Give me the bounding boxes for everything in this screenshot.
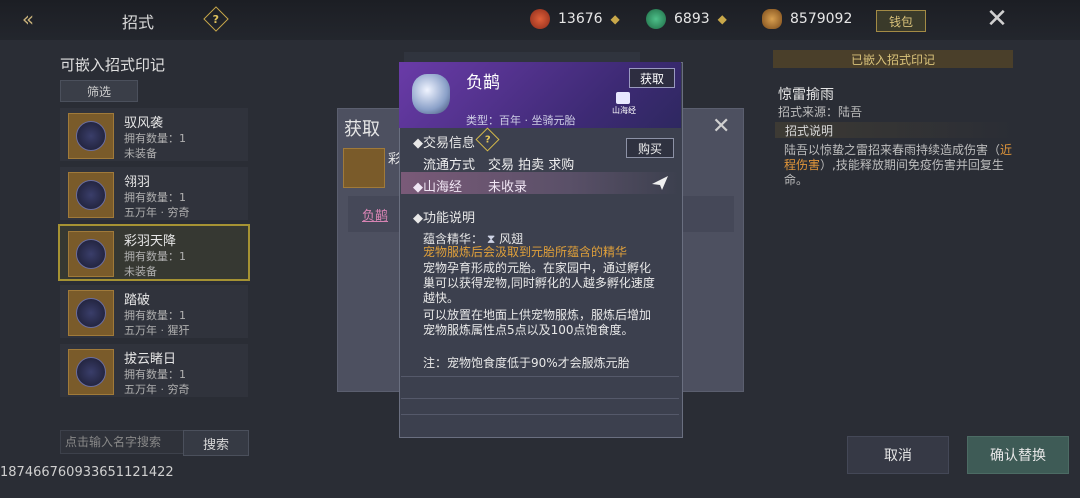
trade-info-heading: ◆交易信息 (413, 136, 476, 151)
essence-value: 风翅 (499, 232, 524, 246)
desc-paragraph-1: 宠物孕育形成的元胎。在家园中，通过孵化巢可以获得宠物,同时孵化的人越多孵化速度越… (423, 261, 655, 305)
mark-thumbnail (68, 113, 114, 159)
item-count: 拥有数量：1 (124, 132, 186, 145)
wallet-button[interactable]: 钱包 (876, 10, 926, 32)
mark-thumbnail (68, 349, 114, 395)
function-heading: ◆功能说明 (413, 211, 476, 226)
trade-info-title: 交易信息 (423, 136, 476, 151)
search-button[interactable]: 搜索 (183, 430, 249, 456)
currency-red: 13676 ◆ (530, 9, 620, 29)
desc-paragraph-2: 可以放置在地面上供宠物服炼，服炼后增加宠物服炼属性点5点以及100点饱食度。 (423, 308, 652, 337)
send-icon[interactable] (652, 176, 668, 190)
divider (401, 414, 679, 415)
desc-note: 注：宠物饱食度低于90%才会服炼元胎 (423, 356, 630, 370)
item-status: 五万年 · 穷奇 (124, 383, 190, 396)
list-item[interactable]: 驭风袭 拥有数量：1 未装备 (60, 108, 248, 161)
currency-gold: 8579092 (762, 9, 852, 29)
back-button[interactable]: « (10, 4, 46, 34)
skill-description: 陆吾以惊蛰之雷招来春雨持续造成伤害（近程伤害）,技能释放期间免疫伤害并回复生命。 (784, 143, 1013, 187)
jade-icon (646, 9, 666, 29)
tooltip-obtain-button[interactable]: 获取 (629, 68, 675, 88)
close-icon: ✕ (986, 4, 1008, 34)
item-count: 拥有数量：1 (124, 191, 186, 204)
embeddable-marks-title: 可嵌入招式印记 (60, 56, 166, 74)
player-id: 187466760933651121422 (0, 465, 174, 480)
mark-thumbnail (68, 172, 114, 218)
obtain-item-thumbnail (343, 148, 385, 188)
list-item[interactable]: 拔云睹日 拥有数量：1 五万年 · 穷奇 (60, 344, 248, 397)
close-icon: ✕ (712, 114, 731, 139)
desc-highlight: 宠物服炼后会汲取到元胎所蕴含的精华 (423, 245, 628, 259)
mark-list: 驭风袭 拥有数量：1 未装备 翎羽 拥有数量：1 五万年 · 穷奇 彩羽天降 拥… (58, 108, 250, 403)
add-icon[interactable]: ◆ (611, 12, 620, 26)
skill-source: 招式来源：陆吾 (778, 105, 863, 119)
skill-name: 惊雷揄雨 (778, 87, 834, 103)
filter-button[interactable]: 筛选 (60, 80, 138, 102)
divider (401, 398, 679, 399)
item-name: 拔云睹日 (124, 352, 177, 367)
mark-thumbnail (68, 231, 114, 277)
hourglass-icon: ⧗ (486, 232, 496, 246)
source-status: 未收录 (488, 180, 528, 195)
tooltip-item-type: 类型：百年 · 坐骑元胎 (466, 114, 576, 127)
item-status: 五万年 · 猩犴 (124, 324, 190, 337)
confirm-replace-button[interactable]: 确认替换 (967, 436, 1069, 474)
double-chevron-left-icon: « (21, 7, 35, 31)
search-input[interactable]: 点击输入名字搜索 (60, 430, 184, 454)
source-name: ◆山海经 (413, 180, 463, 195)
divider (401, 376, 679, 377)
close-button[interactable]: ✕ (980, 2, 1014, 36)
cancel-button[interactable]: 取消 (847, 436, 949, 474)
currency-gold-value: 8579092 (790, 11, 853, 27)
page-title: 招式 (122, 13, 155, 32)
book-icon (616, 92, 630, 104)
obtain-panel-title: 获取 (344, 119, 380, 140)
red-coin-icon (530, 9, 550, 29)
currency-jade: 6893 ◆ (646, 9, 727, 29)
currency-red-value: 13676 (558, 11, 603, 27)
list-item-selected[interactable]: 彩羽天降 拥有数量：1 未装备 (58, 224, 250, 281)
currency-jade-value: 6893 (674, 11, 710, 27)
obtain-close-button[interactable]: ✕ (712, 114, 730, 139)
item-name: 彩羽天降 (124, 234, 177, 249)
add-icon[interactable]: ◆ (718, 12, 727, 26)
embedded-marks-header: 已嵌入招式印记 (773, 50, 1013, 68)
obtain-link[interactable]: 负鹋 (362, 205, 388, 224)
mark-thumbnail (68, 290, 114, 336)
item-name: 踏破 (124, 293, 151, 308)
trade-methods: 流通方式 交易 拍卖 求购 (423, 158, 575, 173)
item-count: 拥有数量：1 (124, 368, 186, 381)
item-name: 驭风袭 (124, 116, 164, 131)
function-title: 功能说明 (423, 211, 476, 226)
item-status: 未装备 (124, 147, 157, 160)
gold-leaf-icon (762, 9, 782, 29)
item-name: 翎羽 (124, 175, 151, 190)
item-count: 拥有数量：1 (124, 309, 186, 322)
item-count: 拥有数量：1 (124, 250, 186, 263)
list-item[interactable]: 踏破 拥有数量：1 五万年 · 猩犴 (60, 285, 248, 338)
item-status: 未装备 (124, 265, 157, 278)
book-label: 山海经 (612, 106, 636, 115)
skill-desc-heading: 招式说明 (775, 122, 1015, 138)
list-item[interactable]: 翎羽 拥有数量：1 五万年 · 穷奇 (60, 167, 248, 220)
buy-button[interactable]: 购买 (626, 138, 674, 158)
tooltip-item-name: 负鹋 (466, 73, 500, 93)
egg-icon (412, 74, 450, 114)
item-status: 五万年 · 穷奇 (124, 206, 190, 219)
